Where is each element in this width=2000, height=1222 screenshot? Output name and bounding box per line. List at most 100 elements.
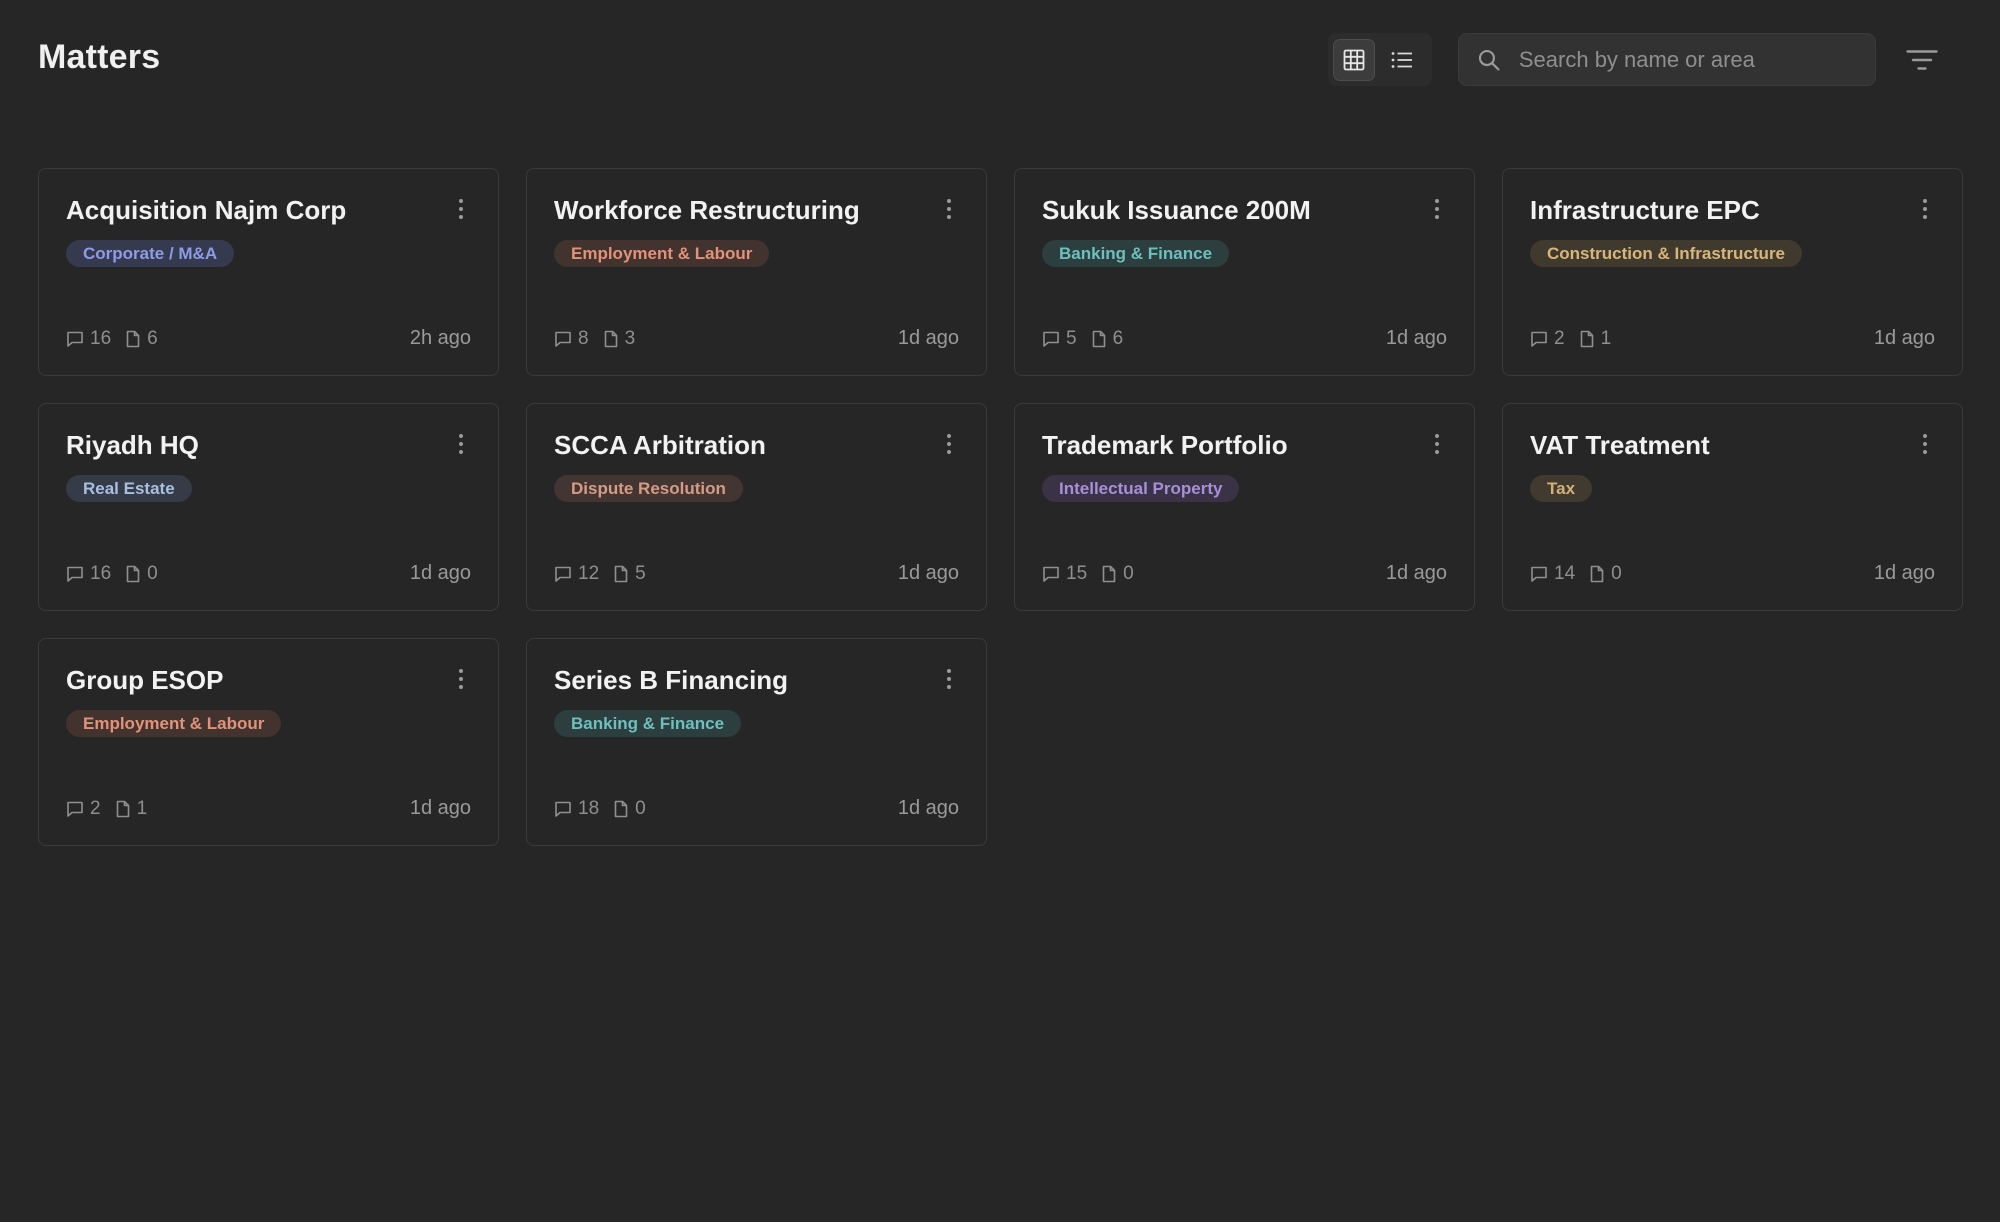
document-icon xyxy=(1092,330,1105,347)
matter-title: Series B Financing xyxy=(554,665,789,695)
more-options-icon[interactable] xyxy=(1918,430,1932,458)
documents-stat: 0 xyxy=(125,563,158,585)
practice-area-tag: Tax xyxy=(1530,475,1593,502)
matter-footer: 8 3 1d ago xyxy=(554,327,959,350)
updated-time: 1d ago xyxy=(1385,327,1447,349)
search-box[interactable] xyxy=(1458,33,1876,86)
updated-time: 2h ago xyxy=(409,327,471,349)
documents-stat: 0 xyxy=(1101,563,1134,585)
comments-count: 2 xyxy=(90,797,101,819)
documents-count: 0 xyxy=(147,562,158,584)
comments-count: 16 xyxy=(90,562,112,584)
matter-card[interactable]: Infrastructure EPC Construction & Infras… xyxy=(1502,168,1963,376)
practice-area-tag: Banking & Finance xyxy=(554,710,742,737)
documents-count: 6 xyxy=(1112,327,1124,349)
search-icon xyxy=(1478,49,1500,71)
comments-stat: 12 xyxy=(554,563,599,585)
list-icon xyxy=(1391,51,1412,68)
matter-card[interactable]: Acquisition Najm Corp Corporate / M&A 16… xyxy=(38,168,499,376)
matter-card[interactable]: Trademark Portfolio Intellectual Propert… xyxy=(1014,403,1475,611)
comment-icon xyxy=(1531,566,1547,582)
more-options-icon[interactable] xyxy=(1918,195,1932,223)
matter-footer: 16 6 2h ago xyxy=(66,327,471,350)
documents-count: 6 xyxy=(147,327,158,349)
documents-stat: 0 xyxy=(613,798,646,820)
document-icon xyxy=(1580,330,1593,347)
documents-count: 0 xyxy=(1123,562,1134,584)
matter-footer: 16 0 1d ago xyxy=(66,562,471,585)
matters-grid: Acquisition Najm Corp Corporate / M&A 16… xyxy=(38,168,1963,846)
documents-stat: 6 xyxy=(1091,327,1124,350)
comment-icon xyxy=(555,331,571,347)
comment-icon xyxy=(555,566,571,582)
comments-stat: 16 xyxy=(66,328,111,350)
matter-card[interactable]: Workforce Restructuring Employment & Lab… xyxy=(526,168,987,376)
updated-time: 1d ago xyxy=(1385,562,1447,584)
more-options-icon[interactable] xyxy=(942,195,956,223)
matter-card[interactable]: Series B Financing Banking & Finance 18 … xyxy=(526,638,987,846)
matter-title: Infrastructure EPC xyxy=(1530,195,1760,225)
updated-time: 1d ago xyxy=(897,327,959,349)
more-options-icon[interactable] xyxy=(454,665,468,693)
matter-title: VAT Treatment xyxy=(1530,430,1710,460)
updated-time: 1d ago xyxy=(1873,562,1935,584)
documents-count: 3 xyxy=(624,327,636,349)
grid-icon xyxy=(1343,49,1365,70)
comments-count: 8 xyxy=(578,327,589,349)
matter-footer: 2 1 1d ago xyxy=(66,797,471,820)
documents-stat: 1 xyxy=(115,798,147,820)
matter-title: Workforce Restructuring xyxy=(554,195,860,225)
comment-icon xyxy=(1043,331,1059,347)
updated-time: 1d ago xyxy=(409,562,471,584)
matter-card[interactable]: Group ESOP Employment & Labour 2 1 1d ag… xyxy=(38,638,499,846)
comments-stat: 2 xyxy=(1530,328,1565,350)
comments-stat: 8 xyxy=(554,328,589,350)
documents-stat: 1 xyxy=(1579,328,1611,350)
more-options-icon[interactable] xyxy=(942,665,956,693)
comments-stat: 16 xyxy=(66,563,111,585)
updated-time: 1d ago xyxy=(1873,327,1935,349)
practice-area-tag: Dispute Resolution xyxy=(554,475,743,502)
comment-icon xyxy=(67,331,83,347)
documents-count: 0 xyxy=(1611,562,1622,584)
more-options-icon[interactable] xyxy=(1430,195,1444,223)
filter-button[interactable] xyxy=(1902,40,1942,80)
matter-title: Riyadh HQ xyxy=(66,430,199,460)
documents-count: 0 xyxy=(635,797,646,819)
documents-stat: 6 xyxy=(125,328,158,350)
comments-count: 12 xyxy=(578,562,600,584)
more-options-icon[interactable] xyxy=(454,195,468,223)
documents-stat: 3 xyxy=(603,327,636,350)
documents-count: 5 xyxy=(635,562,646,584)
matters-page: Matters Search by name or area Acquisiti… xyxy=(0,0,2000,1222)
comments-count: 16 xyxy=(90,327,112,349)
grid-view-button[interactable] xyxy=(1333,38,1375,81)
matter-footer: 14 0 1d ago xyxy=(1530,562,1935,585)
document-icon xyxy=(614,800,628,817)
comment-icon xyxy=(555,801,571,817)
matter-footer: 15 0 1d ago xyxy=(1042,562,1447,585)
view-toggle xyxy=(1328,33,1432,86)
filter-icon xyxy=(1906,50,1938,70)
document-icon xyxy=(614,565,628,582)
matter-card[interactable]: VAT Treatment Tax 14 0 1d ago xyxy=(1502,403,1963,611)
comments-stat: 5 xyxy=(1042,328,1077,350)
practice-area-tag: Real Estate xyxy=(66,475,192,502)
search-input[interactable] xyxy=(1518,46,1857,73)
documents-stat: 0 xyxy=(1589,563,1622,585)
updated-time: 1d ago xyxy=(897,797,959,819)
page-title: Matters xyxy=(38,38,161,76)
list-view-button[interactable] xyxy=(1381,39,1423,81)
comments-stat: 2 xyxy=(66,798,101,820)
matter-footer: 12 5 1d ago xyxy=(554,562,959,585)
more-options-icon[interactable] xyxy=(454,430,468,458)
matter-card[interactable]: Sukuk Issuance 200M Banking & Finance 5 … xyxy=(1014,168,1475,376)
more-options-icon[interactable] xyxy=(1430,430,1444,458)
documents-stat: 5 xyxy=(613,563,646,585)
matter-title: Acquisition Najm Corp xyxy=(66,195,347,225)
matter-card[interactable]: Riyadh HQ Real Estate 16 0 1d ago xyxy=(38,403,499,611)
updated-time: 1d ago xyxy=(897,562,959,584)
comment-icon xyxy=(1531,331,1547,347)
more-options-icon[interactable] xyxy=(942,430,956,458)
matter-card[interactable]: SCCA Arbitration Dispute Resolution 12 5… xyxy=(526,403,987,611)
